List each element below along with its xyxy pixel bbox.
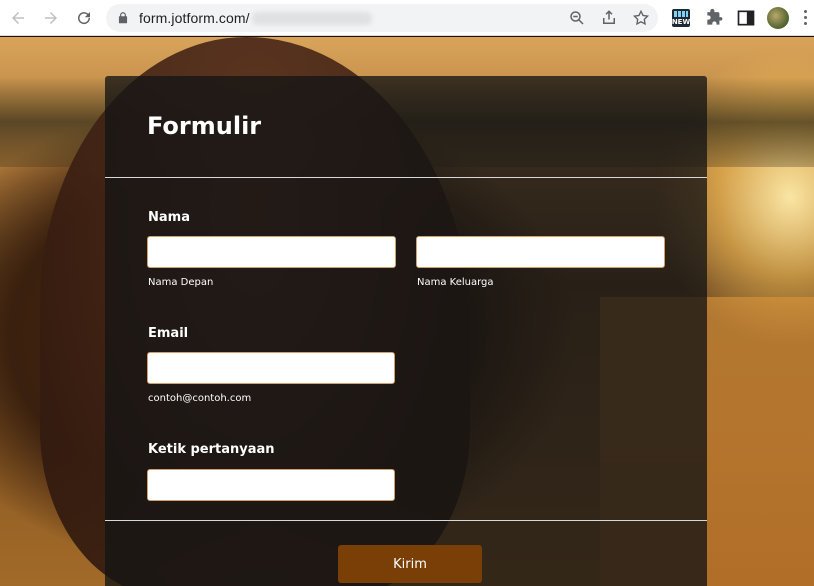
url-redacted xyxy=(252,12,372,25)
new-badge-icon[interactable]: NEW xyxy=(672,9,690,27)
form-title: Formulir xyxy=(147,112,262,140)
forward-arrow-icon[interactable] xyxy=(39,6,63,30)
footer-divider xyxy=(105,520,707,521)
email-label: Email xyxy=(148,326,189,341)
question-input[interactable] xyxy=(147,469,395,501)
first-name-sublabel: Nama Depan xyxy=(148,277,214,288)
question-label: Ketik pertanyaan xyxy=(148,442,275,457)
name-label: Nama xyxy=(148,210,190,225)
form-card: Formulir Nama Nama Depan Nama Keluarga E… xyxy=(105,76,707,586)
star-icon[interactable] xyxy=(632,9,650,27)
share-icon[interactable] xyxy=(600,9,618,27)
zoom-icon[interactable] xyxy=(568,9,586,27)
first-name-input[interactable] xyxy=(147,236,396,268)
submit-button[interactable]: Kirim xyxy=(338,545,482,583)
browser-toolbar: form.jotform.com/ NEW xyxy=(0,0,814,36)
reload-icon[interactable] xyxy=(72,6,96,30)
email-field[interactable] xyxy=(147,352,395,384)
side-panel-icon[interactable] xyxy=(736,8,756,28)
last-name-input[interactable] xyxy=(416,236,665,268)
back-arrow-icon[interactable] xyxy=(6,6,30,30)
last-name-sublabel: Nama Keluarga xyxy=(417,277,494,288)
kebab-menu-icon[interactable] xyxy=(804,10,808,26)
address-bar[interactable]: form.jotform.com/ xyxy=(106,4,658,32)
lock-icon xyxy=(118,12,128,24)
email-sublabel: contoh@contoh.com xyxy=(148,393,252,404)
avatar[interactable] xyxy=(767,7,789,29)
header-divider xyxy=(105,177,707,178)
puzzle-icon[interactable] xyxy=(704,8,724,28)
url-text: form.jotform.com/ xyxy=(139,10,250,26)
